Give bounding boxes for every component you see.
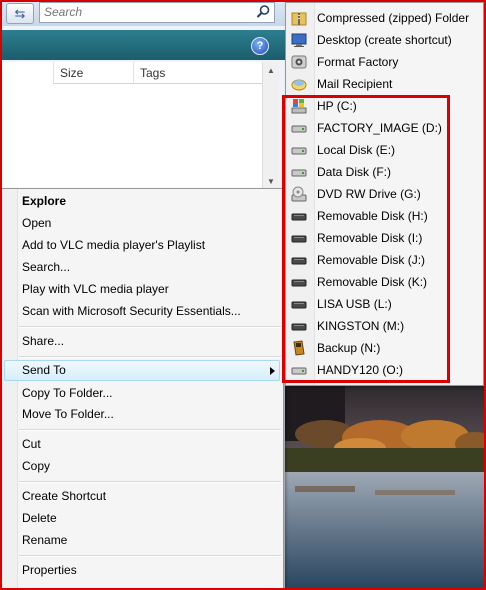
menu-item-create-shortcut[interactable]: Create Shortcut [22, 485, 106, 507]
hard-drive-icon [291, 169, 307, 177]
menu-item-copy-to-folder[interactable]: Copy To Folder... [22, 382, 113, 404]
removable-drive-icon [291, 213, 307, 221]
menu-item-add-vlc-playlist[interactable]: Add to VLC media player's Playlist [22, 234, 205, 256]
menu-item-play-vlc[interactable]: Play with VLC media player [22, 278, 169, 300]
menu-item-share[interactable]: Share... [22, 330, 64, 352]
menu-separator [19, 326, 281, 328]
landscape-photo [285, 386, 486, 590]
send-to-submenu: Compressed (zipped) Folder Desktop (crea… [285, 2, 484, 386]
scroll-down-icon[interactable]: ▼ [267, 177, 275, 186]
sendto-item-drive-j[interactable]: Removable Disk (J:) [286, 249, 483, 271]
menu-item-cut[interactable]: Cut [22, 433, 41, 455]
menu-separator [19, 555, 281, 557]
hard-drive-icon [291, 147, 307, 155]
command-bar: ? [0, 30, 285, 60]
sendto-label: KINGSTON (M:) [317, 319, 405, 333]
sendto-label: Local Disk (E:) [317, 143, 396, 157]
refresh-icon: ⇆ [14, 6, 26, 21]
sendto-item-drive-m[interactable]: KINGSTON (M:) [286, 315, 483, 337]
menu-item-rename[interactable]: Rename [22, 529, 67, 551]
context-menu: Explore Open Add to VLC media player's P… [0, 188, 284, 590]
menu-item-explore[interactable]: Explore [22, 190, 66, 212]
dvd-drive-icon [291, 186, 307, 202]
backup-drive-icon [293, 340, 305, 356]
sendto-label: Data Disk (F:) [317, 165, 392, 179]
sendto-item-drive-g[interactable]: DVD RW Drive (G:) [286, 183, 483, 205]
sendto-label: Removable Disk (K:) [317, 275, 428, 289]
removable-drive-icon [291, 279, 307, 287]
sendto-item-drive-c[interactable]: HP (C:) [286, 95, 483, 117]
removable-drive-icon [291, 235, 307, 243]
sendto-label: HP (C:) [317, 99, 357, 113]
sendto-label: Desktop (create shortcut) [317, 33, 452, 47]
hard-drive-icon [291, 367, 307, 375]
sendto-item-drive-o[interactable]: HANDY120 (O:) [286, 359, 483, 381]
menu-item-scan-mse[interactable]: Scan with Microsoft Security Essentials.… [22, 300, 241, 322]
sendto-label: Removable Disk (J:) [317, 253, 426, 267]
sendto-item-drive-k[interactable]: Removable Disk (K:) [286, 271, 483, 293]
menu-gutter [1, 189, 18, 589]
sendto-item-drive-f[interactable]: Data Disk (F:) [286, 161, 483, 183]
mail-icon [291, 79, 307, 91]
sendto-label: Removable Disk (H:) [317, 209, 428, 223]
sendto-item-drive-l[interactable]: LISA USB (L:) [286, 293, 483, 315]
address-bar: ⇆ [0, 0, 285, 26]
menu-item-copy[interactable]: Copy [22, 455, 50, 477]
sendto-item-format-factory[interactable]: Format Factory [286, 51, 483, 73]
search-input[interactable] [44, 4, 244, 20]
menu-item-properties[interactable]: Properties [22, 559, 77, 581]
refresh-button[interactable]: ⇆ [6, 3, 34, 24]
menu-separator [19, 356, 281, 358]
menu-item-search[interactable]: Search... [22, 256, 70, 278]
removable-drive-icon [291, 301, 307, 309]
search-icon[interactable] [255, 4, 271, 20]
column-header-tags[interactable]: Tags [133, 62, 263, 84]
sendto-label: Compressed (zipped) Folder [317, 11, 470, 25]
column-size-label: Size [60, 66, 84, 80]
sendto-item-drive-d[interactable]: FACTORY_IMAGE (D:) [286, 117, 483, 139]
sendto-label: Mail Recipient [317, 77, 393, 91]
sendto-item-drive-i[interactable]: Removable Disk (I:) [286, 227, 483, 249]
sendto-label: HANDY120 (O:) [317, 363, 404, 377]
sendto-label: DVD RW Drive (G:) [317, 187, 421, 201]
menu-item-open[interactable]: Open [22, 212, 51, 234]
removable-drive-icon [291, 257, 307, 265]
menu-item-delete[interactable]: Delete [22, 507, 57, 529]
help-icon[interactable]: ? [251, 37, 269, 55]
sendto-label: Backup (N:) [317, 341, 381, 355]
sendto-item-drive-h[interactable]: Removable Disk (H:) [286, 205, 483, 227]
file-list[interactable]: Size Tags [0, 62, 263, 188]
sendto-label: Format Factory [317, 55, 399, 69]
menu-item-move-to-folder[interactable]: Move To Folder... [22, 403, 114, 425]
sendto-item-compressed-folder[interactable]: Compressed (zipped) Folder [286, 7, 483, 29]
menu-separator [19, 481, 281, 483]
windows-drive-icon [291, 99, 307, 114]
scroll-up-icon[interactable]: ▲ [267, 66, 275, 75]
submenu-arrow-icon [270, 367, 275, 375]
search-box[interactable] [39, 2, 275, 23]
sendto-item-drive-e[interactable]: Local Disk (E:) [286, 139, 483, 161]
menu-separator [19, 429, 281, 431]
desktop-icon [291, 33, 307, 47]
sendto-item-mail-recipient[interactable]: Mail Recipient [286, 73, 483, 95]
sendto-label: Removable Disk (I:) [317, 231, 423, 245]
removable-drive-icon [291, 323, 307, 331]
sendto-label: FACTORY_IMAGE (D:) [317, 121, 442, 135]
sendto-item-drive-n[interactable]: Backup (N:) [286, 337, 483, 359]
menu-item-send-to[interactable]: Send To [22, 359, 66, 381]
column-tags-label: Tags [140, 66, 166, 80]
format-factory-icon [291, 55, 307, 69]
hard-drive-icon [291, 125, 307, 133]
column-header-size[interactable]: Size [53, 62, 134, 84]
sendto-item-desktop[interactable]: Desktop (create shortcut) [286, 29, 483, 51]
file-list-scrollbar[interactable]: ▲ ▼ [262, 62, 279, 188]
zip-folder-icon [291, 12, 307, 26]
sendto-label: LISA USB (L:) [317, 297, 392, 311]
